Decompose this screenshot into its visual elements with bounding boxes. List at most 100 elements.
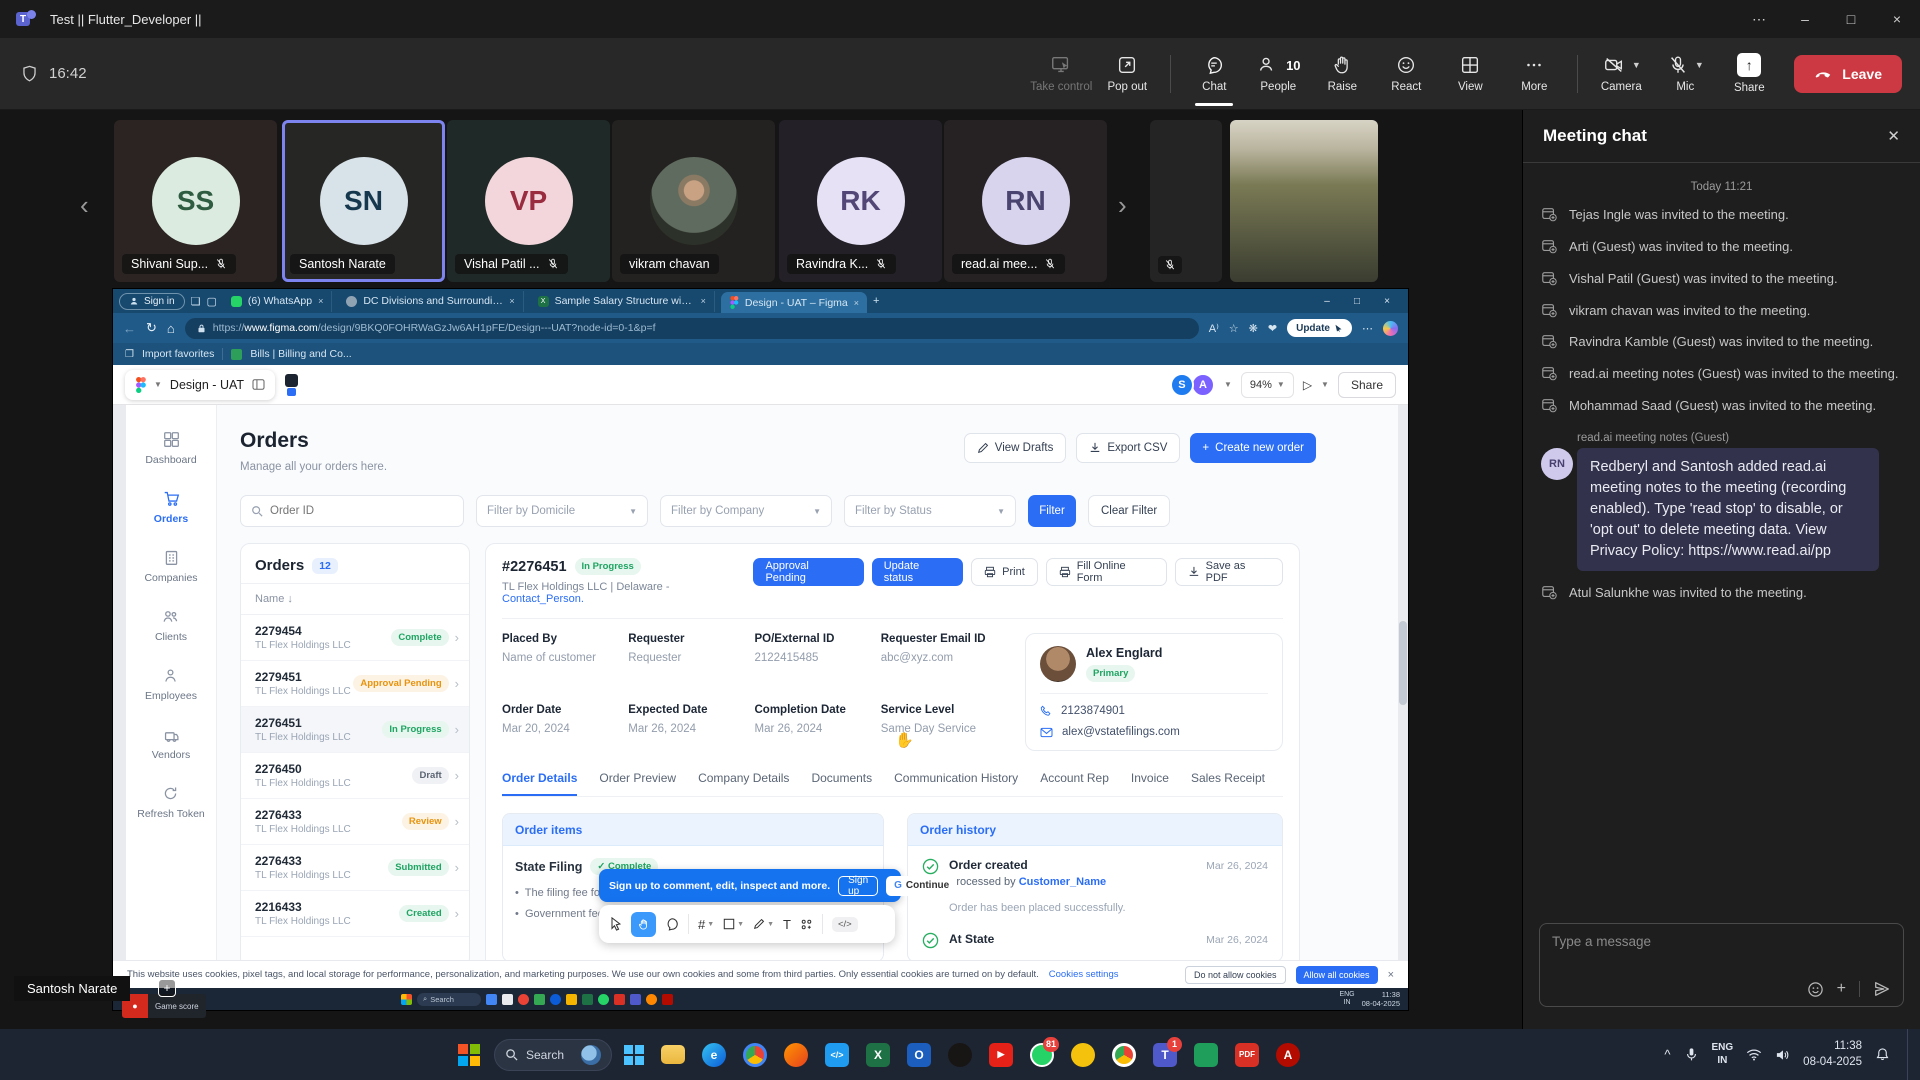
video-tile[interactable]: SS Shivani Sup... [114, 120, 277, 282]
take-control-button[interactable]: Take control [1030, 44, 1092, 104]
shared-clock[interactable]: 11:3808-04-2025 [1362, 990, 1400, 1008]
order-row[interactable]: 2276433TL Flex Holdings LLC Submitted› [241, 845, 469, 891]
present-icon[interactable]: ▷ [1303, 378, 1312, 392]
window-maximize-button[interactable]: □ [1828, 0, 1874, 38]
shared-start-button[interactable] [401, 994, 412, 1005]
comment-tool-icon[interactable] [665, 917, 679, 931]
browser-tab-active[interactable]: Design - UAT – Figma× [721, 292, 867, 313]
taskbar-teams[interactable]: T1 [1148, 1035, 1182, 1075]
video-tile[interactable]: vikram chavan [612, 120, 775, 282]
shared-app-icon[interactable] [534, 994, 545, 1005]
taskbar-firefox[interactable] [779, 1035, 813, 1075]
camera-chevron-icon[interactable]: ▼ [1632, 60, 1641, 70]
tab-close-icon[interactable]: × [509, 296, 514, 306]
notification-bell-icon[interactable] [1875, 1047, 1890, 1062]
shared-app-icon[interactable] [566, 994, 577, 1005]
column-header-name[interactable]: Name ↓ [241, 584, 469, 615]
leave-button[interactable]: Leave [1794, 55, 1902, 93]
contact-phone[interactable]: 2123874901 [1040, 705, 1268, 717]
deny-cookies-button[interactable]: Do not allow cookies [1185, 966, 1286, 984]
filter-company-select[interactable]: Filter by Company▼ [660, 495, 832, 527]
mic-button[interactable]: ▼ Mic [1656, 44, 1714, 104]
presenter-pin-button[interactable]: + [158, 979, 176, 997]
tab-order-preview[interactable]: Order Preview [599, 771, 676, 796]
tiles-scroll-left-icon[interactable]: ‹ [80, 190, 89, 221]
order-id-search[interactable] [240, 495, 464, 527]
url-field[interactable]: https://www.figma.com/design/9BKQ0FOHRWa… [185, 318, 1199, 339]
shared-app-icon[interactable] [518, 994, 529, 1005]
taskbar-excel[interactable]: X [861, 1035, 895, 1075]
taskbar-acrobat[interactable]: A [1271, 1035, 1305, 1075]
taskbar-github[interactable] [943, 1035, 977, 1075]
people-button[interactable]: 10 People [1249, 44, 1307, 104]
view-button[interactable]: View [1441, 44, 1499, 104]
new-tab-icon[interactable]: + [873, 295, 879, 307]
sidebar-item-clients[interactable]: Clients [155, 608, 187, 643]
sidebar-item-companies[interactable]: Companies [144, 549, 197, 584]
taskbar-clock[interactable]: 11:3808-04-2025 [1803, 1039, 1862, 1070]
shared-app-icon[interactable] [550, 994, 561, 1005]
game-score-widget[interactable]: ● Game score [122, 994, 206, 1018]
video-tile[interactable]: RN read.ai mee... [944, 120, 1107, 282]
figma-file-menu[interactable]: ▼ Design - UAT [125, 370, 275, 400]
taskbar-chrome[interactable] [738, 1035, 772, 1075]
shared-app-icon[interactable] [598, 994, 609, 1005]
tab-invoice[interactable]: Invoice [1131, 771, 1169, 796]
update-status-button[interactable]: Update status [872, 558, 963, 586]
browser-tab[interactable]: (6) WhatsApp× [223, 291, 332, 312]
browser-update-button[interactable]: Update [1287, 319, 1352, 337]
react-button[interactable]: React [1377, 44, 1435, 104]
sidebar-item-refresh-token[interactable]: Refresh Token [137, 785, 205, 820]
browser-maximize-button[interactable]: □ [1342, 296, 1372, 307]
language-indicator[interactable]: ENGIN [1712, 1042, 1734, 1067]
refresh-icon[interactable]: ↻ [146, 320, 157, 336]
video-tile-active-speaker[interactable]: SN Santosh Narate [282, 120, 445, 282]
start-button[interactable] [458, 1044, 480, 1066]
favorite-star-icon[interactable]: ☆ [1229, 322, 1239, 335]
zoom-level-control[interactable]: 94%▼ [1241, 372, 1294, 398]
order-row[interactable]: 2276450TL Flex Holdings LLC Draft› [241, 753, 469, 799]
tab-actions-icon[interactable]: ▢ [206, 295, 216, 308]
shared-app-icon[interactable] [502, 994, 513, 1005]
print-button[interactable]: Print [971, 558, 1038, 586]
window-close-button[interactable]: × [1874, 0, 1920, 38]
figma-user-avatar[interactable]: A [1191, 373, 1215, 397]
shared-app-icon[interactable] [646, 994, 657, 1005]
sidebar-item-orders[interactable]: Orders [154, 490, 188, 525]
tab-close-icon[interactable]: × [854, 298, 859, 308]
browser-minimize-button[interactable]: – [1312, 296, 1342, 307]
frame-tool-icon[interactable]: #▼ [698, 917, 714, 932]
camera-button[interactable]: ▼ Camera [1592, 44, 1650, 104]
window-more-icon[interactable]: ⋯ [1736, 0, 1782, 38]
actions-tool-icon[interactable] [800, 918, 813, 931]
chat-compose-box[interactable]: + [1539, 923, 1904, 1007]
browser-profile-button[interactable]: Sign in [119, 293, 185, 310]
tab-account-rep[interactable]: Account Rep [1040, 771, 1109, 796]
approval-pending-button[interactable]: Approval Pending [753, 558, 863, 586]
export-csv-button[interactable]: Export CSV [1076, 433, 1180, 463]
order-row[interactable]: 2216433TL Flex Holdings LLC Created› [241, 891, 469, 937]
shape-tool-icon[interactable]: ▼ [723, 918, 744, 930]
order-id-input[interactable] [270, 505, 440, 517]
taskbar-search-box[interactable]: Search [494, 1039, 612, 1071]
google-continue-button[interactable]: GContinue [886, 876, 957, 896]
save-as-pdf-button[interactable]: Save as PDF [1175, 558, 1283, 586]
cookies-settings-link[interactable]: Cookies settings [1049, 969, 1119, 980]
tray-mic-icon[interactable] [1684, 1047, 1699, 1062]
shared-app-icon[interactable] [662, 994, 673, 1005]
shared-search-box[interactable]: ⌕Search [417, 993, 481, 1006]
order-row-selected[interactable]: 2276451TL Flex Holdings LLC In Progress› [241, 707, 469, 753]
create-new-order-button[interactable]: +Create new order [1190, 433, 1316, 463]
tab-close-icon[interactable]: × [701, 296, 706, 306]
browser-tab[interactable]: X Sample Salary Structure with calc× [530, 291, 715, 312]
tab-close-icon[interactable]: × [318, 296, 323, 306]
page-scrollbar[interactable] [1399, 621, 1407, 705]
extension-icon[interactable]: ❤ [1268, 322, 1277, 335]
tab-company-details[interactable]: Company Details [698, 771, 789, 796]
filter-domicile-select[interactable]: Filter by Domicile▼ [476, 495, 648, 527]
attach-plus-icon[interactable]: + [1837, 980, 1846, 998]
workspaces-icon[interactable]: ❏ [191, 295, 201, 308]
video-tile-camera-on[interactable] [1230, 120, 1378, 282]
sidebar-item-employees[interactable]: Employees [145, 667, 197, 702]
shared-app-icon[interactable] [486, 994, 497, 1005]
